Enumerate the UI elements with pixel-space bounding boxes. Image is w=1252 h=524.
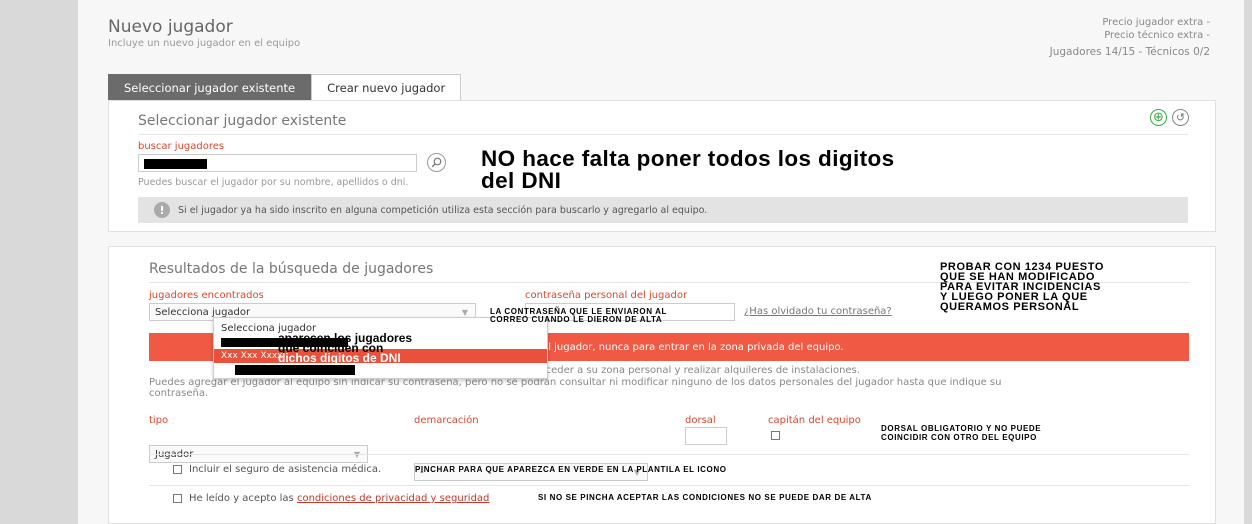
- roster-counts: Jugadores 14/15 - Técnicos 0/2: [1049, 46, 1210, 58]
- dorsal-input[interactable]: [685, 427, 727, 445]
- divider: [149, 454, 1189, 455]
- tipo-label: tipo: [149, 415, 169, 426]
- acepto-prefix: He leído y acepto las: [189, 493, 297, 504]
- annotation-probar-line: QUERAMOS PERSONAL: [940, 301, 1080, 313]
- tab-create-new[interactable]: Crear nuevo jugador: [311, 74, 462, 101]
- tab-select-existing[interactable]: Seleccionar jugador existente: [108, 74, 312, 101]
- redacted-value: [235, 365, 355, 375]
- divider: [149, 485, 1189, 486]
- annotation-contrasena: LA CONTRASEÑA QUE LE ENVIARON AL CORREO …: [490, 308, 667, 324]
- dropdown-option[interactable]: [214, 363, 547, 377]
- reset-icon[interactable]: ↺: [1172, 109, 1189, 126]
- capitan-checkbox[interactable]: [771, 431, 780, 440]
- acepto-row[interactable]: He leído y acepto las condiciones de pri…: [173, 493, 489, 504]
- add-icon[interactable]: ⊕: [1150, 109, 1167, 126]
- annotation-pinchar: PINCHAR PARA QUE APAREZCA EN VERDE EN LA…: [415, 465, 727, 474]
- divider: [138, 134, 1188, 135]
- search-label: buscar jugadores: [138, 141, 225, 152]
- annotation-dni-line2: del DNI: [481, 168, 562, 193]
- annotation-aparecen: aparecen los jugadores que coinciden con…: [278, 332, 412, 365]
- password-label: contraseña personal del jugador: [525, 290, 688, 301]
- extra-technician-price: Precio técnico extra -: [1104, 30, 1210, 41]
- dorsal-label: dorsal: [685, 415, 716, 426]
- annotation-dorsal: DORSAL OBLIGATORIO Y NO PUEDE COINCIDIR …: [881, 424, 1041, 442]
- annotation-dorsal-line: DORSAL OBLIGATORIO Y NO PUEDE: [881, 424, 1042, 433]
- privacy-conditions-link[interactable]: condiciones de privacidad y seguridad: [297, 493, 489, 504]
- found-label: jugadores encontrados: [149, 290, 264, 301]
- acepto-checkbox[interactable]: [173, 494, 182, 503]
- search-hint: Puedes buscar el jugador por su nombre, …: [138, 177, 409, 188]
- dropdown-option-text: Xxx Xxx Xxxx: [221, 351, 283, 361]
- info-icon: !: [154, 202, 170, 218]
- annotation-dni: NO hace falta poner todos los digitos de…: [481, 146, 895, 193]
- annotation-condiciones: SI NO SE PINCHA ACEPTAR LAS CONDICIONES …: [538, 493, 872, 502]
- annotation-aparecen-line: dichos digitos de DNI: [278, 351, 401, 365]
- demarcacion-label: demarcación: [414, 415, 479, 426]
- results-panel-title: Resultados de la búsqueda de jugadores: [149, 261, 434, 277]
- players-select-value: Selecciona jugador: [155, 306, 251, 318]
- seguro-checkbox[interactable]: [173, 465, 182, 474]
- annotation-probar: PROBAR CON 1234 PUESTO QUE SE HAN MODIFI…: [940, 262, 1104, 313]
- info-paragraph-line3: contraseña.: [149, 388, 209, 399]
- redacted-value: [144, 159, 207, 169]
- annotation-dni-line1: NO hace falta poner todos los digitos: [481, 146, 895, 171]
- seguro-label: Incluir el seguro de asistencia médica.: [189, 464, 382, 475]
- annotation-contrasena-line: CORREO CUANDO LE DIERON DE ALTA: [490, 315, 663, 324]
- page-container: Nuevo jugador Incluye un nuevo jugador e…: [78, 0, 1244, 524]
- annotation-dorsal-line: COINCIDIR CON OTRO DEL EQUIPO: [881, 433, 1037, 442]
- page-title: Nuevo jugador: [108, 17, 233, 37]
- page-subtitle: Incluye un nuevo jugador en el equipo: [108, 38, 301, 49]
- search-panel-title: Seleccionar jugador existente: [138, 113, 347, 129]
- info-text: Si el jugador ya ha sido inscrito en alg…: [178, 204, 708, 216]
- extra-player-price: Precio jugador extra -: [1102, 17, 1210, 28]
- search-icon: [431, 157, 442, 168]
- tab-bar: Seleccionar jugador existente Crear nuev…: [108, 74, 462, 101]
- forgot-password-link[interactable]: ¿Has olvidado tu contraseña?: [744, 306, 892, 317]
- search-input[interactable]: [138, 154, 417, 172]
- chevron-down-icon: ▼: [461, 308, 468, 317]
- search-button[interactable]: [427, 153, 446, 172]
- capitan-label: capitán del equipo: [768, 415, 861, 426]
- seguro-row[interactable]: Incluir el seguro de asistencia médica.: [173, 464, 381, 475]
- info-bar: ! Si el jugador ya ha sido inscrito en a…: [138, 197, 1188, 223]
- acepto-label: He leído y acepto las condiciones de pri…: [189, 493, 489, 504]
